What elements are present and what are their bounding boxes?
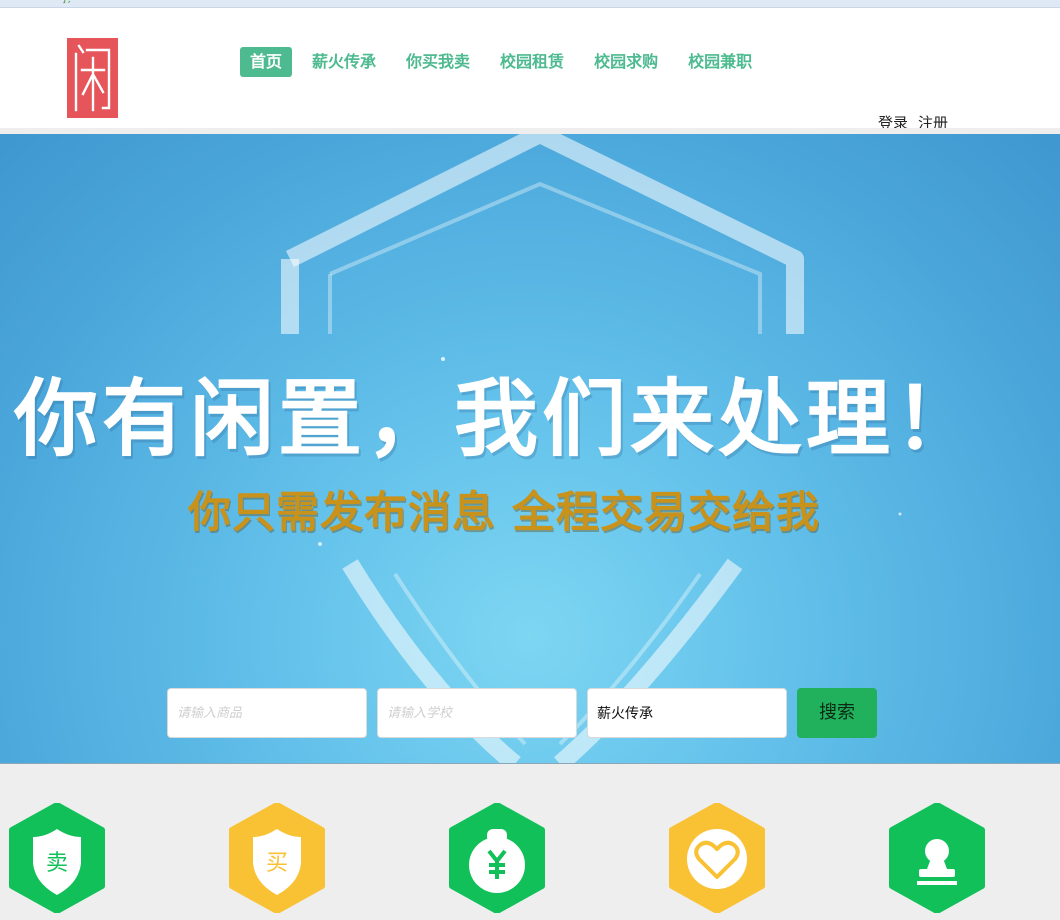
browser-top-strip: };: [0, 0, 1060, 8]
heart-icon: [669, 803, 765, 913]
sell-hex-button[interactable]: 卖: [7, 803, 107, 913]
nav-xinhuo[interactable]: 薪火传承: [312, 47, 376, 77]
search-bar: 搜索: [167, 688, 877, 738]
search-button[interactable]: 搜索: [797, 688, 877, 738]
stamp-icon: [889, 803, 985, 913]
banner-headline: 你有闲置，我们来处理！: [14, 370, 983, 468]
nav-home[interactable]: 首页: [240, 47, 293, 77]
wish-hex-button[interactable]: [667, 803, 767, 913]
sell-label: 卖: [45, 851, 68, 876]
nav-buy-sell[interactable]: 你买我卖: [406, 47, 470, 77]
feature-icons-row: 卖 买: [0, 765, 1060, 920]
nav-campus-wanted[interactable]: 校园求购: [594, 47, 658, 77]
hero-banner: 你有闲置，我们来处理！ 你只需发布消息 全程交易交给我 搜索: [0, 134, 1060, 764]
school-search-input[interactable]: [377, 688, 577, 738]
rent-hex-button[interactable]: [447, 803, 547, 913]
product-search-input[interactable]: [167, 688, 367, 738]
banner-subline: 你只需发布消息 全程交易交给我: [188, 488, 820, 538]
logo-mark-icon: [74, 44, 111, 112]
nav-campus-rental[interactable]: 校园租赁: [500, 47, 564, 77]
strip-glyph: };: [62, 0, 71, 5]
job-hex-button[interactable]: [887, 803, 987, 913]
category-input[interactable]: [587, 688, 787, 738]
site-logo[interactable]: [67, 38, 118, 118]
site-header: 首页 薪火传承 你买我卖 校园租赁 校园求购 校园兼职: [0, 8, 1060, 128]
money-bag-icon: [449, 803, 545, 913]
main-nav: 首页 薪火传承 你买我卖 校园租赁 校园求购 校园兼职: [240, 47, 782, 77]
nav-campus-jobs[interactable]: 校园兼职: [688, 47, 752, 77]
buy-label: 买: [265, 851, 288, 876]
buy-hex-button[interactable]: 买: [227, 803, 327, 913]
